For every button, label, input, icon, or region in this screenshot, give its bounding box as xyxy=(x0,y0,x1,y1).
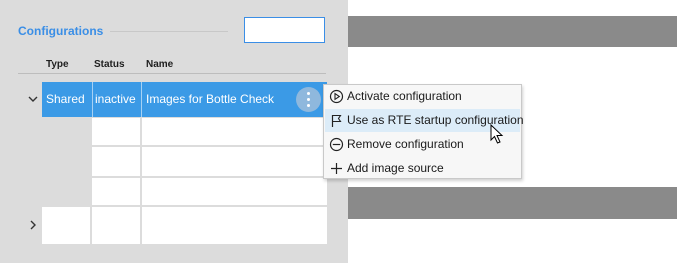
configurations-panel: Configurations Type Status Name Shared i… xyxy=(0,0,348,263)
table-row-selected[interactable]: Shared inactive Images for Bottle Check xyxy=(42,82,327,117)
column-divider xyxy=(92,82,93,117)
cell-name: Images for Bottle Check xyxy=(146,92,275,106)
menu-item-label: Activate configuration xyxy=(347,89,462,103)
child-row-status-cell[interactable] xyxy=(92,178,140,205)
column-header-type[interactable]: Type xyxy=(46,59,69,70)
column-header-name[interactable]: Name xyxy=(146,59,173,70)
row-type-cell[interactable] xyxy=(42,207,90,244)
cell-type: Shared xyxy=(46,92,85,106)
row-name-cell[interactable] xyxy=(142,207,327,244)
flag-icon xyxy=(331,114,342,127)
menu-item-label: Add image source xyxy=(347,161,444,175)
child-row-status-cell[interactable] xyxy=(92,118,140,145)
menu-item-label: Remove configuration xyxy=(347,137,464,151)
child-row-status-cell[interactable] xyxy=(92,147,140,176)
search-input[interactable] xyxy=(244,17,325,43)
row-status-cell[interactable] xyxy=(92,207,140,244)
column-divider xyxy=(141,82,142,117)
header-divider xyxy=(18,73,326,74)
child-row-name-cell[interactable] xyxy=(142,147,327,176)
minus-circle-icon xyxy=(329,137,344,152)
child-row-name-cell[interactable] xyxy=(142,178,327,205)
image-strip-bar xyxy=(348,187,677,219)
cell-status: inactive xyxy=(95,92,136,106)
plus-icon xyxy=(331,163,342,174)
mouse-pointer-icon xyxy=(490,124,504,144)
panel-title: Configurations xyxy=(18,24,104,38)
child-row-name-cell[interactable] xyxy=(142,118,327,145)
column-header-status[interactable]: Status xyxy=(94,59,125,70)
menu-item-activate-configuration[interactable]: Activate configuration xyxy=(325,85,520,108)
menu-item-add-image-source[interactable]: Add image source xyxy=(325,157,520,180)
title-divider xyxy=(110,31,228,32)
image-strip-bar xyxy=(348,16,677,47)
more-options-kebab-icon[interactable] xyxy=(296,87,321,112)
expand-row-chevron-right-icon[interactable] xyxy=(26,219,40,233)
expand-row-chevron-down-icon[interactable] xyxy=(26,92,40,106)
play-circle-icon xyxy=(329,89,344,104)
